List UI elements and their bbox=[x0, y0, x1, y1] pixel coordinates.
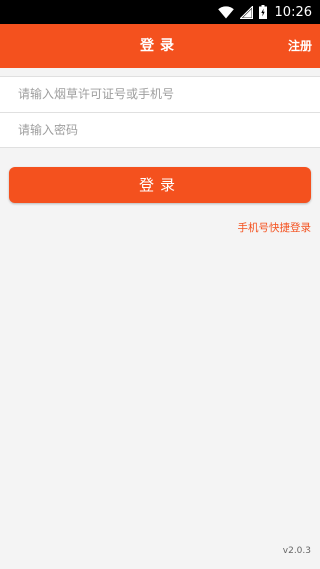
status-time: 10:26 bbox=[274, 4, 312, 20]
login-form: 请输入烟草许可证号或手机号 请输入密码 bbox=[0, 76, 320, 148]
version-label: v2.0.3 bbox=[282, 546, 311, 556]
battery-icon bbox=[258, 5, 267, 19]
register-button[interactable]: 注册 bbox=[288, 24, 312, 68]
status-bar: 10:26 bbox=[0, 0, 320, 24]
app-bar: 登录 注册 bbox=[0, 24, 320, 68]
password-input[interactable]: 请输入密码 bbox=[0, 112, 320, 147]
login-button[interactable]: 登录 bbox=[9, 167, 311, 203]
status-icons: 10:26 bbox=[217, 0, 312, 24]
quick-login-link[interactable]: 手机号快捷登录 bbox=[238, 220, 312, 235]
signal-icon bbox=[239, 5, 253, 19]
account-input[interactable]: 请输入烟草许可证号或手机号 bbox=[0, 77, 320, 112]
wifi-icon bbox=[217, 5, 234, 18]
page-title: 登录 bbox=[140, 38, 180, 54]
